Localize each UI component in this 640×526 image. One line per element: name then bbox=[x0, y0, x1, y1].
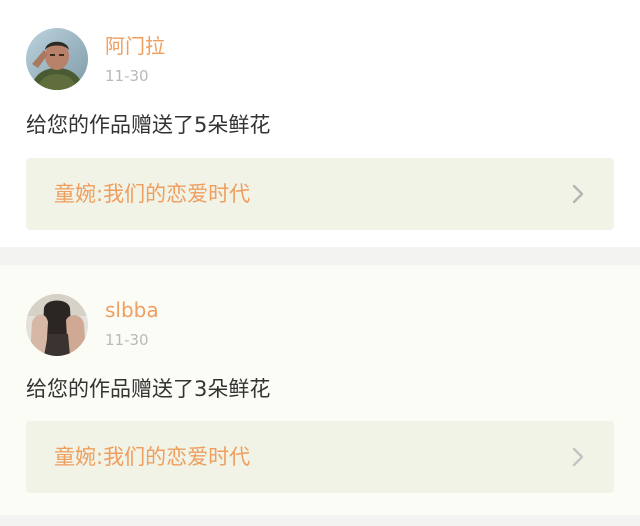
work-title: 童婉:我们的恋爱时代 bbox=[54, 182, 251, 206]
notification-item: slbba 11-30 给您的作品赠送了3朵鲜花 童婉:我们的恋爱时代 bbox=[0, 265, 640, 515]
timestamp: 11-30 bbox=[105, 67, 149, 85]
username[interactable]: slbba bbox=[105, 298, 159, 322]
gift-message: 给您的作品赠送了5朵鲜花 bbox=[26, 113, 271, 137]
work-link[interactable]: 童婉:我们的恋爱时代 bbox=[26, 421, 614, 493]
username[interactable]: 阿门拉 bbox=[105, 34, 165, 58]
avatar[interactable] bbox=[26, 28, 88, 90]
notification-item: 阿门拉 11-30 给您的作品赠送了5朵鲜花 童婉:我们的恋爱时代 bbox=[0, 0, 640, 247]
timestamp: 11-30 bbox=[105, 331, 149, 349]
gift-message: 给您的作品赠送了3朵鲜花 bbox=[26, 377, 271, 401]
avatar[interactable] bbox=[26, 294, 88, 356]
gift-notification-list: 阿门拉 11-30 给您的作品赠送了5朵鲜花 童婉:我们的恋爱时代 slbba … bbox=[0, 0, 640, 526]
chevron-right-icon bbox=[572, 447, 584, 467]
chevron-right-icon bbox=[572, 184, 584, 204]
avatar-image bbox=[26, 28, 88, 90]
work-link[interactable]: 童婉:我们的恋爱时代 bbox=[26, 158, 614, 230]
avatar-image bbox=[26, 294, 88, 356]
work-title: 童婉:我们的恋爱时代 bbox=[54, 445, 251, 469]
